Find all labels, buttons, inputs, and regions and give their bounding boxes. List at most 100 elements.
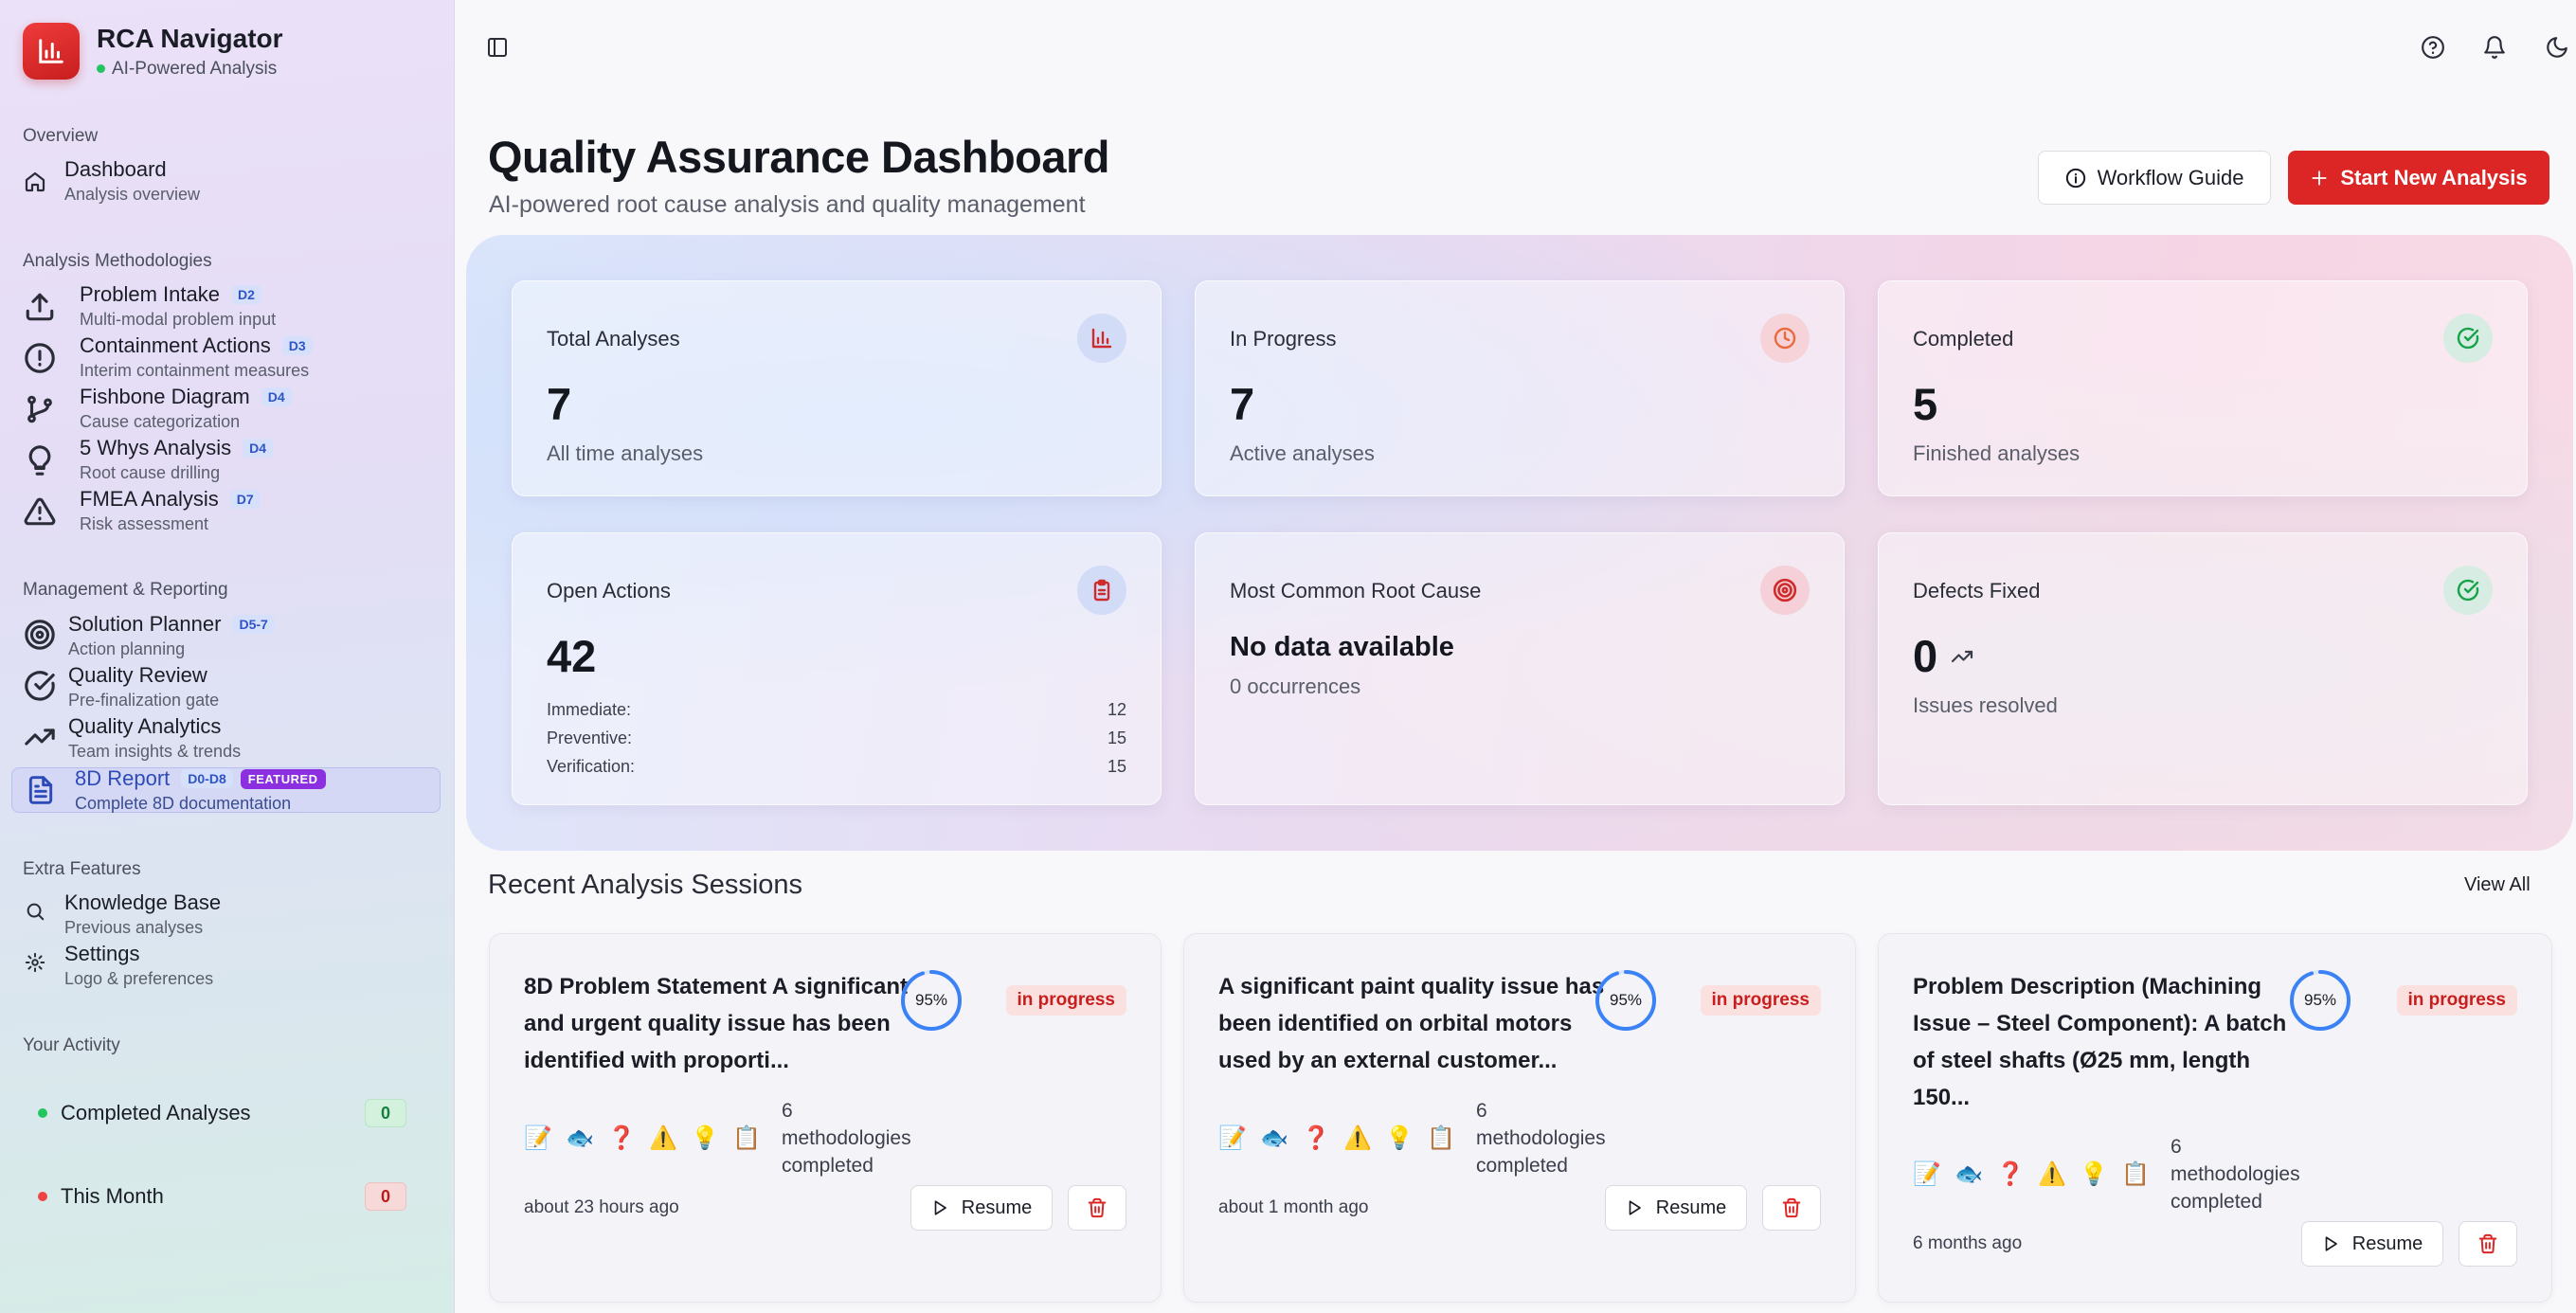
clipboard-icon: 📋 [2121, 1161, 2150, 1187]
status-badge: in progress [1700, 985, 1821, 1016]
trash-icon [1782, 1197, 1801, 1218]
nav-title: Settings [64, 942, 140, 965]
methodologies-row: 📝 🐟 ❓ ⚠️ 💡 📋 6 methodologies completed [1218, 1097, 1618, 1179]
plus-icon [2312, 170, 2327, 186]
bar-chart-icon [23, 23, 80, 80]
nav-title: Problem Intake [80, 282, 220, 306]
warning-icon: ⚠️ [649, 1125, 677, 1151]
stat-card-completed: Completed 5 Finished analyses [1878, 280, 2528, 496]
play-icon [2325, 1236, 2337, 1251]
sidebar-toggle-icon[interactable] [478, 28, 516, 66]
timestamp: 6 months ago [1913, 1233, 2023, 1253]
card-sub: Active analyses [1230, 441, 1375, 465]
question-icon: ❓ [1996, 1161, 2025, 1187]
resume-button[interactable]: Resume [1605, 1185, 1747, 1231]
check-circle-icon [2443, 314, 2493, 363]
status-dot [38, 1108, 47, 1118]
session-card[interactable]: Problem Description (Machining Issue – S… [1878, 933, 2552, 1303]
git-branch-icon [23, 392, 57, 426]
sidebar-item-quality-analytics[interactable]: Quality Analytics Team insights & trends [23, 714, 439, 762]
moon-icon[interactable] [2538, 28, 2576, 66]
delete-button[interactable] [1068, 1185, 1126, 1231]
start-new-analysis-button[interactable]: Start New Analysis [2288, 151, 2549, 205]
card-label: In Progress [1230, 327, 1337, 351]
delete-button[interactable] [2459, 1221, 2517, 1267]
session-title: A significant paint quality issue has be… [1218, 974, 1605, 1073]
card-sub: 0 occurrences [1230, 674, 1361, 698]
search-icon [23, 894, 47, 928]
delete-button[interactable] [1762, 1185, 1821, 1231]
sidebar-item-problem-intake[interactable]: Problem Intake D2 Multi-modal problem in… [23, 282, 439, 330]
warning-triangle-icon [23, 495, 57, 529]
stats-panel: Total Analyses 7 All time analyses In Pr… [466, 235, 2573, 851]
sidebar-item-containment-actions[interactable]: Containment Actions D3 Interim containme… [23, 333, 439, 381]
nav-desc: Risk assessment [80, 514, 209, 533]
session-card[interactable]: 8D Problem Statement A significant and u… [489, 933, 1162, 1303]
resume-button[interactable]: Resume [910, 1185, 1053, 1231]
card-label: Completed [1913, 327, 2014, 351]
lightbulb-icon: 💡 [1385, 1125, 1414, 1151]
fish-icon: 🐟 [566, 1125, 594, 1151]
question-icon: ❓ [1302, 1125, 1330, 1151]
nav-desc: Logo & preferences [64, 969, 214, 988]
app-title: RCA Navigator [97, 23, 283, 53]
methodologies-count: 6 methodologies completed [782, 1100, 911, 1177]
card-sub: All time analyses [547, 441, 704, 465]
card-value: 42 [547, 631, 597, 681]
sidebar-item-solution-planner[interactable]: Solution Planner D5-7 Action planning [23, 612, 439, 659]
status-badge: in progress [1005, 985, 1126, 1016]
help-icon[interactable] [2414, 28, 2452, 66]
sidebar-item-knowledge-base[interactable]: Knowledge Base Previous analyses [23, 890, 439, 938]
card-label: Total Analyses [547, 327, 680, 351]
activity-label: Completed Analyses [61, 1101, 251, 1124]
status-dot [97, 64, 105, 73]
sidebar-item-8d-report[interactable]: 8D Report D0-D8 FEATURED Complete 8D doc… [11, 766, 441, 813]
card-value: 0 [1913, 631, 1938, 681]
activity-completed[interactable]: Completed Analyses 0 [38, 1099, 406, 1127]
progress-label: 95% [1609, 991, 1643, 1009]
page-subtitle: AI-powered root cause analysis and quali… [489, 191, 1086, 218]
view-all-link[interactable]: View All [2464, 874, 2531, 896]
sidebar-item-dashboard[interactable]: Dashboard Analysis overview [23, 157, 439, 205]
activity-this-month[interactable]: This Month 0 [38, 1182, 406, 1211]
activity-label: This Month [61, 1184, 164, 1208]
card-sub: Finished analyses [1913, 441, 2081, 465]
workflow-guide-button[interactable]: Workflow Guide [2038, 151, 2271, 205]
sidebar-item-quality-review[interactable]: Quality Review Pre-finalization gate [23, 663, 439, 710]
section-your-activity: Your Activity [23, 1035, 120, 1055]
sidebar-item-5-whys[interactable]: 5 Whys Analysis D4 Root cause drilling [23, 436, 439, 483]
resume-button[interactable]: Resume [2301, 1221, 2443, 1267]
trending-up-icon [23, 720, 57, 754]
alert-circle-icon [23, 341, 57, 375]
card-label: Most Common Root Cause [1230, 579, 1482, 603]
nav-title: Quality Analytics [68, 714, 222, 738]
nav-desc: Action planning [68, 639, 186, 658]
section-methodologies: Analysis Methodologies [23, 251, 212, 271]
nav-desc: Root cause drilling [80, 463, 221, 482]
session-card[interactable]: A significant paint quality issue has be… [1183, 933, 1856, 1303]
sidebar-item-fishbone-diagram[interactable]: Fishbone Diagram D4 Cause categorization [23, 385, 439, 432]
sidebar-item-settings[interactable]: Settings Logo & preferences [23, 942, 439, 989]
breakdown-row: Preventive: 15 [547, 728, 1126, 747]
status-badge: in progress [2396, 985, 2517, 1016]
sidebar-item-fmea[interactable]: FMEA Analysis D7 Risk assessment [23, 487, 439, 534]
methodologies-row: 📝 🐟 ❓ ⚠️ 💡 📋 6 methodologies completed [524, 1097, 924, 1179]
card-value: No data available [1230, 632, 1454, 662]
recent-sessions-title: Recent Analysis Sessions [488, 870, 803, 900]
memo-icon: 📝 [1913, 1161, 1941, 1187]
phase-badge: D4 [261, 387, 292, 406]
card-value: 5 [1913, 379, 1938, 429]
nav-title: Solution Planner [68, 612, 222, 636]
nav-title: Dashboard [64, 157, 167, 181]
section-extra-features: Extra Features [23, 859, 141, 879]
fish-icon: 🐟 [1955, 1161, 1983, 1187]
phase-badge: D0-D8 [181, 769, 233, 788]
bell-icon[interactable] [2476, 28, 2513, 66]
warning-icon: ⚠️ [2038, 1161, 2066, 1187]
card-label: Defects Fixed [1913, 579, 2041, 603]
warning-icon: ⚠️ [1343, 1125, 1372, 1151]
nav-desc: Interim containment measures [80, 361, 310, 380]
nav-desc: Complete 8D documentation [75, 794, 292, 813]
card-label: Open Actions [547, 579, 671, 603]
brand[interactable]: RCA Navigator AI-Powered Analysis [23, 23, 283, 80]
